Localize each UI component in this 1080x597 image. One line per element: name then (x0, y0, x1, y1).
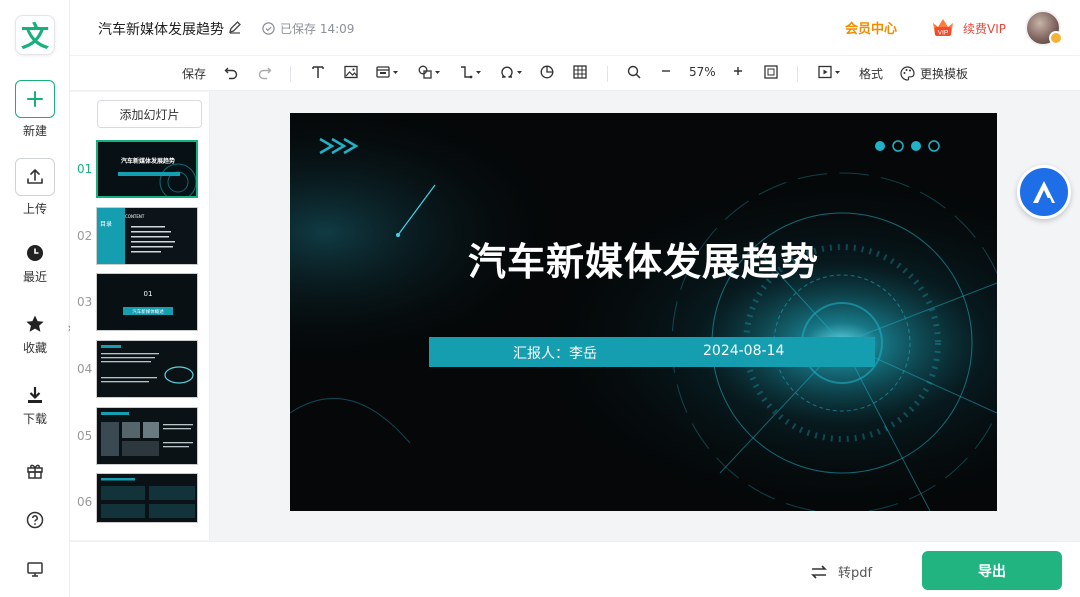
image-icon[interactable] (344, 65, 358, 79)
zoom-in-icon[interactable] (732, 65, 744, 77)
chart-icon[interactable] (540, 65, 554, 79)
vip-crown-icon: VIP (930, 15, 956, 39)
change-template-label: 更换模板 (920, 67, 969, 81)
to-pdf-button[interactable]: 转pdf (810, 562, 872, 581)
monitor-icon[interactable] (0, 560, 70, 581)
upload-icon[interactable] (15, 158, 55, 196)
reporter-name: 汇报人：李岳 (513, 346, 597, 362)
thumb-3-title: 汽车新媒体概述 (132, 308, 164, 315)
save-button[interactable]: 保存 (182, 65, 206, 82)
toolbar-divider (797, 66, 798, 82)
slide-thumbnail-2[interactable]: 目录 CONTENT (96, 207, 198, 265)
toolbar-divider (607, 66, 608, 82)
slide-thumbnail-3[interactable]: 01 汽车新媒体概述 (96, 273, 198, 331)
slide-number: 06 (77, 495, 93, 509)
slide-thumbnail-6[interactable] (96, 473, 198, 523)
add-slide-button[interactable]: 添加幻灯片 (97, 100, 202, 128)
slide-thumbnail-1[interactable]: 汽车新媒体发展趋势 (96, 140, 198, 198)
vip-center-link[interactable]: 会员中心 (845, 18, 897, 37)
slide-number: 01 (77, 162, 93, 176)
change-template-button[interactable]: 更换模板 (900, 65, 968, 82)
editor-canvas: 汽车新媒体发展趋势 汇报人：李岳 2024-08-14 (211, 92, 1080, 540)
save-status: 已保存 14:09 (262, 20, 354, 37)
slide-thumbnail-5[interactable] (96, 407, 198, 465)
slide-number: 03 (77, 295, 93, 309)
save-status-text: 已保存 14:09 (280, 22, 355, 36)
undo-icon[interactable] (224, 65, 239, 80)
to-pdf-label: 转pdf (838, 566, 873, 581)
gift-icon[interactable] (0, 462, 70, 483)
ai-logo-icon (1033, 181, 1055, 203)
download-icon (0, 384, 70, 406)
palette-icon (900, 66, 915, 81)
thumb-3-num: 01 (144, 290, 153, 298)
footer: 转pdf 导出 (70, 541, 1080, 597)
document-title[interactable]: 汽车新媒体发展趋势 (98, 19, 224, 39)
check-circle-icon (262, 22, 275, 35)
redo-icon[interactable] (257, 65, 272, 80)
slide-number: 05 (77, 429, 93, 443)
slide-background (290, 113, 997, 511)
slide-title[interactable]: 汽车新媒体发展趋势 (290, 231, 997, 286)
star-icon (0, 313, 70, 335)
connector-dropdown-icon[interactable] (459, 65, 483, 79)
symbol-dropdown-icon[interactable] (500, 65, 524, 79)
renew-vip-link[interactable]: 续费VIP (963, 20, 1006, 37)
rail-item-new[interactable]: 新建 (0, 80, 70, 139)
edit-icon[interactable] (228, 19, 242, 38)
logo-char: 文 (20, 20, 49, 53)
rail-label-new: 新建 (22, 124, 47, 138)
slide-number: 02 (77, 229, 93, 243)
swap-icon (811, 564, 827, 579)
rail-label-recent: 最近 (22, 270, 47, 284)
rail-label-download: 下载 (22, 412, 47, 426)
slide-panel: 添加幻灯片 01 汽车新媒体发展趋势 + 02 目录 CONTENT 03 01… (70, 92, 258, 540)
play-dropdown-icon[interactable] (818, 65, 842, 79)
app-logo[interactable]: 文 (15, 15, 55, 55)
thumb-2-title: 目录 (100, 220, 112, 228)
ai-assistant-button[interactable] (1017, 165, 1071, 219)
current-slide[interactable]: 汽车新媒体发展趋势 汇报人：李岳 2024-08-14 (290, 113, 997, 511)
toolbar-divider (290, 66, 291, 82)
rail-label-favorites: 收藏 (22, 341, 47, 355)
format-button[interactable]: 格式 (859, 65, 883, 82)
rail-label-upload: 上传 (22, 202, 47, 216)
slide-number: 04 (77, 362, 93, 376)
plus-icon[interactable] (15, 80, 55, 118)
rail-item-download[interactable]: 下载 (0, 384, 70, 427)
shape-dropdown-icon[interactable] (418, 65, 442, 79)
reporter-bar[interactable]: 汇报人：李岳 2024-08-14 (429, 337, 875, 367)
rail-item-favorites[interactable]: 收藏 (0, 313, 70, 356)
rail-item-recent[interactable]: 最近 (0, 242, 70, 285)
export-button[interactable]: 导出 (922, 551, 1062, 590)
media-dropdown-icon[interactable] (376, 65, 400, 79)
left-rail: 文 新建 上传 最近 收藏 下载 (0, 0, 70, 597)
thumb-1-title: 汽车新媒体发展趋势 (121, 157, 175, 165)
rail-item-upload[interactable]: 上传 (0, 158, 70, 217)
clock-icon (0, 242, 70, 264)
search-icon[interactable] (627, 65, 641, 79)
zoom-level: 57% (689, 65, 716, 79)
fit-screen-icon[interactable] (764, 65, 778, 79)
vip-badge-text: VIP (938, 30, 948, 37)
slide-thumbnail-4[interactable] (96, 340, 198, 398)
zoom-out-icon[interactable] (660, 65, 672, 77)
text-icon[interactable] (311, 65, 325, 79)
thumb-2-sub: CONTENT (125, 214, 145, 219)
table-icon[interactable] (573, 65, 587, 79)
report-date: 2024-08-14 (703, 343, 785, 359)
toolbar: 保存 57% 格式 更换模板 (70, 55, 1080, 91)
avatar-vip-icon (1049, 31, 1063, 45)
header: 汽车新媒体发展趋势 已保存 14:09 会员中心 VIP 续费VIP (70, 0, 1080, 55)
help-icon[interactable] (0, 511, 70, 532)
